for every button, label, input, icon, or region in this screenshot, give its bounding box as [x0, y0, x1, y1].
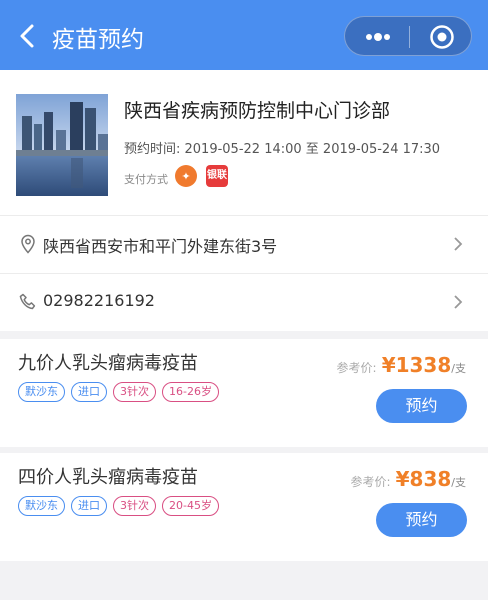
unionpay-icon: 银联	[206, 165, 228, 187]
chevron-right-icon	[454, 237, 463, 251]
tag-origin: 进口	[71, 496, 107, 516]
tag-age-range: 20-45岁	[162, 496, 219, 516]
appointment-time: 预约时间: 2019-05-22 14:00 至 2019-05-24 17:3…	[124, 142, 441, 157]
nav-bar: 疫苗预约	[0, 0, 488, 70]
tag-doses: 3针次	[113, 382, 156, 402]
price-amount: ¥838	[395, 467, 452, 491]
vaccine-name: 四价人乳头瘤病毒疫苗	[18, 467, 198, 488]
page-title: 疫苗预约	[52, 27, 144, 53]
tag-manufacturer: 默沙东	[18, 496, 65, 516]
capsule-divider	[409, 26, 410, 48]
payment-app-icon: ✦	[175, 165, 197, 187]
book-button[interactable]: 预约	[376, 389, 467, 423]
tag-age-range: 16-26岁	[162, 382, 219, 402]
target-circle-icon[interactable]	[429, 24, 455, 50]
hospital-photo	[16, 94, 108, 196]
hospital-card: 陕西省疾病预防控制中心门诊部 预约时间: 2019-05-22 14:00 至 …	[0, 70, 488, 215]
book-button[interactable]: 预约	[376, 503, 467, 537]
vaccine-card: 四价人乳头瘤病毒疫苗 默沙东 进口 3针次 20-45岁 参考价: ¥838/支…	[0, 453, 488, 561]
reference-price: 参考价: ¥838/支	[350, 467, 466, 491]
tag-manufacturer: 默沙东	[18, 382, 65, 402]
tag-doses: 3针次	[113, 496, 156, 516]
chevron-left-icon[interactable]	[14, 22, 42, 50]
phone-icon	[19, 293, 36, 310]
more-dots-icon[interactable]	[363, 27, 393, 47]
vaccine-tags: 默沙东 进口 3针次 20-45岁	[18, 496, 219, 516]
price-unit: /支	[451, 476, 466, 489]
price-unit: /支	[451, 362, 466, 375]
price-amount: ¥1338	[381, 353, 452, 377]
payment-method-label: 支付方式	[124, 173, 168, 186]
vaccine-tags: 默沙东 进口 3针次 16-26岁	[18, 382, 219, 402]
chevron-right-icon	[454, 295, 463, 309]
phone-number: 02982216192	[43, 291, 155, 310]
hospital-name: 陕西省疾病预防控制中心门诊部	[124, 100, 391, 122]
vaccine-card: 九价人乳头瘤病毒疫苗 默沙东 进口 3针次 16-26岁 参考价: ¥1338/…	[0, 339, 488, 447]
mini-program-capsule	[344, 16, 472, 56]
price-label: 参考价:	[350, 475, 391, 489]
location-pin-icon	[21, 234, 35, 254]
address-row[interactable]: 陕西省西安市和平门外建东街3号	[0, 215, 488, 273]
vaccine-name: 九价人乳头瘤病毒疫苗	[18, 353, 198, 374]
price-label: 参考价:	[336, 361, 377, 375]
address-text: 陕西省西安市和平门外建东街3号	[43, 237, 278, 256]
phone-row[interactable]: 02982216192	[0, 273, 488, 331]
tag-origin: 进口	[71, 382, 107, 402]
reference-price: 参考价: ¥1338/支	[337, 353, 466, 377]
svg-text:✦: ✦	[181, 170, 190, 183]
